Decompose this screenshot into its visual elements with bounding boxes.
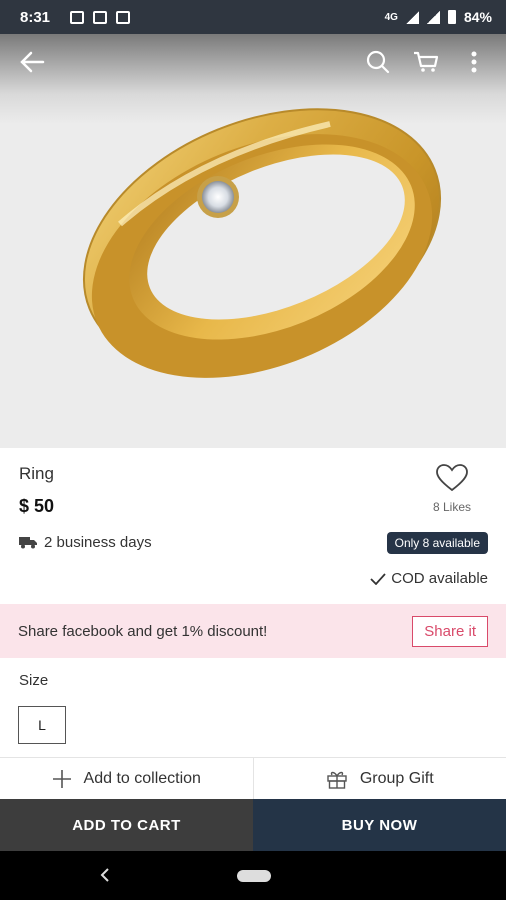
battery-percent: 84% xyxy=(463,9,492,25)
like-button[interactable]: 8 Likes xyxy=(422,464,482,514)
plus-icon xyxy=(52,769,71,788)
image-notification-icon xyxy=(70,10,85,24)
cart-button[interactable] xyxy=(408,44,444,80)
share-it-button[interactable]: Share it xyxy=(412,615,488,647)
group-gift-label: Group Gift xyxy=(359,769,434,787)
status-bar: 8:31 4G 84% xyxy=(0,0,506,34)
cod-text: COD available xyxy=(391,570,488,587)
product-name: Ring xyxy=(19,464,54,483)
add-to-cart-button[interactable]: ADD TO CART xyxy=(0,799,253,851)
product-price: $ 50 xyxy=(19,496,55,516)
group-gift-button[interactable]: Group Gift xyxy=(252,758,506,799)
search-button[interactable] xyxy=(360,44,396,80)
notification-icons xyxy=(70,10,131,24)
back-button[interactable] xyxy=(14,44,50,80)
signal-icon-2 xyxy=(426,10,440,24)
gift-icon xyxy=(327,771,347,789)
heart-icon xyxy=(436,464,468,492)
add-to-collection-button[interactable]: Add to collection xyxy=(0,758,253,799)
battery-icon xyxy=(447,10,456,24)
size-option-l[interactable]: L xyxy=(18,706,66,744)
network-label: 4G xyxy=(384,11,398,23)
more-vert-icon xyxy=(471,51,477,73)
system-nav-bar xyxy=(0,851,506,900)
promo-text: Share facebook and get 1% discount! xyxy=(18,622,268,640)
delivery-info: 2 business days xyxy=(19,534,152,551)
camera-notification-icon xyxy=(116,10,131,24)
secondary-actions: Add to collection Group Gift xyxy=(0,757,506,799)
top-app-bar xyxy=(0,34,506,90)
diamond-icon xyxy=(202,181,234,213)
add-to-collection-label: Add to collection xyxy=(83,769,201,787)
delivery-text: 2 business days xyxy=(44,534,152,551)
file-notification-icon xyxy=(93,10,108,24)
home-pill[interactable] xyxy=(237,870,271,882)
status-time: 8:31 xyxy=(20,8,51,26)
share-promo-banner: Share facebook and get 1% discount! Shar… xyxy=(0,604,506,658)
cod-info: COD available xyxy=(370,570,488,587)
signal-icon xyxy=(405,10,419,24)
cart-icon xyxy=(414,51,439,72)
system-back-button[interactable] xyxy=(96,865,114,885)
buy-now-button[interactable]: BUY NOW xyxy=(253,799,506,851)
back-arrow-icon xyxy=(20,51,45,73)
size-label: Size xyxy=(19,672,49,689)
stock-badge: Only 8 available xyxy=(386,532,488,554)
product-image[interactable] xyxy=(0,34,506,448)
truck-icon xyxy=(19,537,37,549)
more-options-button[interactable] xyxy=(456,44,492,80)
chevron-left-icon xyxy=(100,868,109,882)
product-info: Ring $ 50 8 Likes 2 business days Only 8… xyxy=(0,448,506,604)
cta-bar: ADD TO CART BUY NOW xyxy=(0,799,506,851)
check-icon xyxy=(370,572,386,585)
ring-image xyxy=(82,108,442,378)
search-icon xyxy=(366,50,390,74)
likes-count: 8 Likes xyxy=(432,500,472,514)
